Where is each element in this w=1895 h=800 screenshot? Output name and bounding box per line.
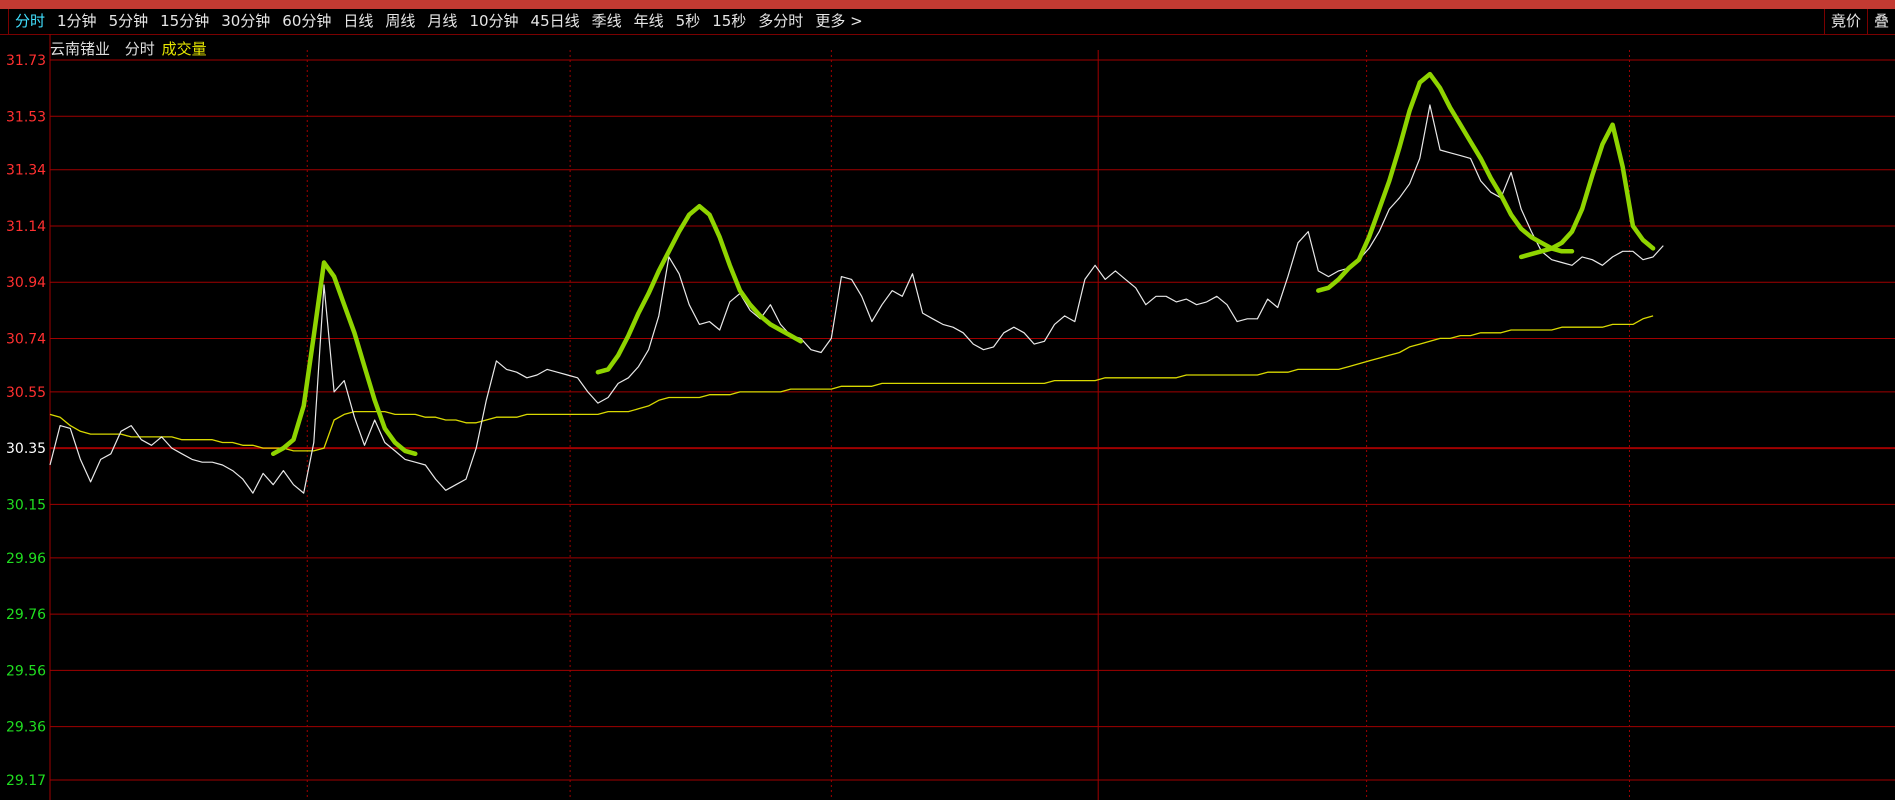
y-tick-label: 30.74 <box>6 331 46 347</box>
annotation-stroke-2 <box>1316 71 1575 293</box>
annotation-stroke-1 <box>595 203 804 375</box>
y-tick-label: 29.56 <box>6 663 46 679</box>
y-tick-label: 30.94 <box>6 275 46 291</box>
annotation-stroke-3 <box>1518 122 1656 260</box>
y-tick-label: 31.34 <box>6 163 46 179</box>
y-tick-label: 31.14 <box>6 219 46 235</box>
y-tick-label: 29.76 <box>6 607 46 623</box>
y-tick-label: 30.55 <box>6 385 46 401</box>
y-tick-label: 31.53 <box>6 109 46 125</box>
y-tick-label: 30.35 <box>6 441 46 457</box>
y-tick-label: 29.96 <box>6 551 46 567</box>
y-tick-label: 29.17 <box>6 773 46 789</box>
price-line <box>49 104 1664 494</box>
annotation-stroke-0 <box>270 260 418 457</box>
y-tick-label: 29.36 <box>6 720 46 736</box>
intraday-chart: 31.73 31.53 31.34 31.14 30.94 30.74 30.55 30.35… <box>6 34 1895 800</box>
y-tick-label: 31.73 <box>6 53 46 69</box>
y-tick-label: 30.15 <box>6 497 46 513</box>
avg-price-line <box>49 315 1654 452</box>
